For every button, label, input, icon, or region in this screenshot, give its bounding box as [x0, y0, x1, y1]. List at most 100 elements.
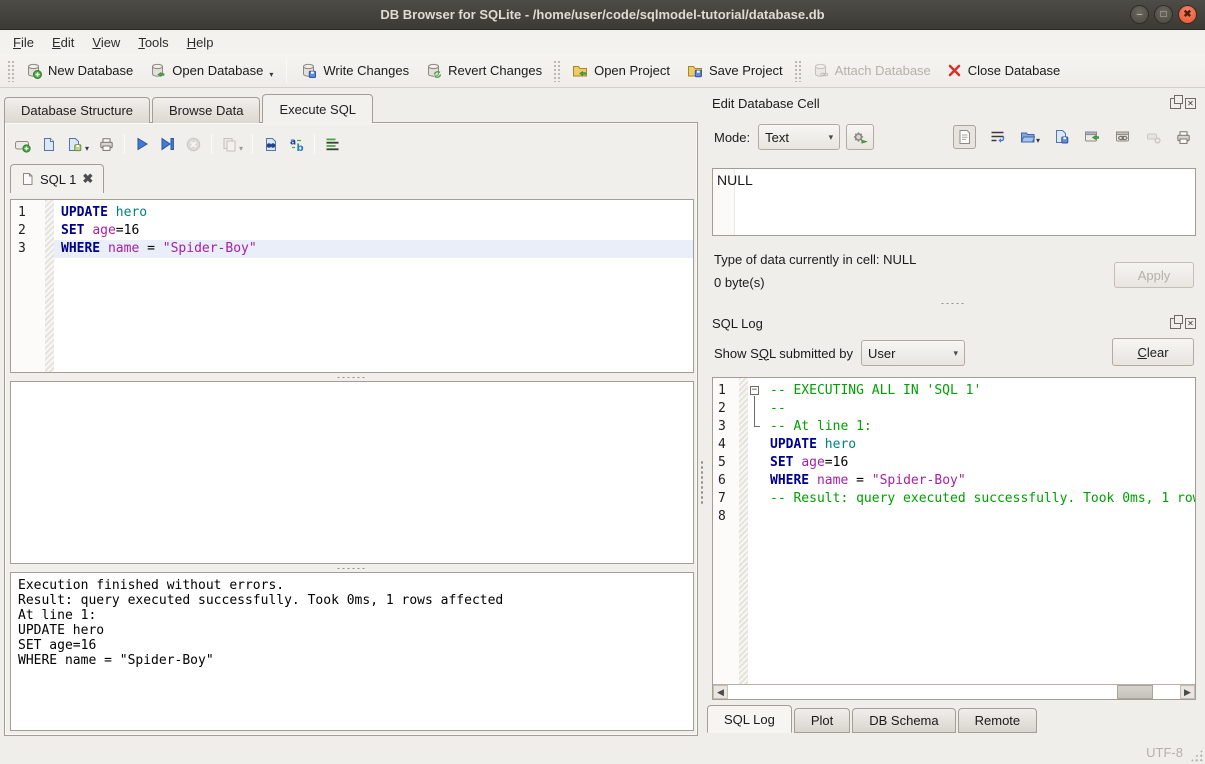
tab-database-structure[interactable]: Database Structure	[4, 97, 150, 123]
copy-results-button: ▾	[221, 136, 243, 153]
write-changes-button[interactable]: Write Changes	[292, 58, 417, 83]
tab-plot[interactable]: Plot	[794, 708, 850, 733]
clear-log-button[interactable]: Clear	[1112, 338, 1194, 366]
text-mode-button[interactable]	[953, 125, 976, 149]
execution-message-pane[interactable]: Execution finished without errors. Resul…	[10, 572, 694, 731]
menu-file[interactable]: File	[4, 33, 43, 52]
maximize-button[interactable]: □	[1154, 5, 1173, 24]
format-sql-button[interactable]	[324, 136, 340, 152]
execute-line-button[interactable]	[159, 136, 176, 152]
set-as-link-button[interactable]	[1114, 129, 1132, 145]
new-database-button[interactable]: New Database	[17, 58, 141, 83]
print-cell-button[interactable]	[1175, 129, 1192, 146]
editor-line: SET age=16	[54, 222, 693, 240]
scroll-right-arrow[interactable]: ▶	[1180, 685, 1195, 699]
word-wrap-icon	[989, 129, 1006, 145]
open-in-external-app-button[interactable]	[1083, 129, 1101, 145]
mode-select[interactable]: Text ▾	[758, 124, 840, 150]
save-project-button[interactable]: Save Project	[678, 58, 791, 83]
toolbar-drag-handle[interactable]	[7, 60, 14, 82]
window-export-icon	[1083, 129, 1101, 145]
editor-text-area[interactable]: UPDATE hero SET age=16 WHERE name = "Spi…	[54, 200, 693, 372]
gear-arrow-icon	[851, 129, 869, 146]
open-project-button[interactable]: Open Project	[563, 58, 678, 83]
edit-cell-mode-row: Mode: Text ▾ ▾	[714, 122, 1194, 152]
cell-value: NULL	[717, 172, 753, 188]
resize-grip[interactable]	[1190, 749, 1203, 762]
fold-collapse-icon[interactable]: −	[750, 386, 759, 395]
log-gutter-hatch	[739, 378, 748, 684]
edit-cell-dock-header: Edit Database Cell ✕	[712, 94, 1196, 112]
minimize-icon: –	[1137, 9, 1143, 20]
editor-results-splitter[interactable]	[5, 373, 697, 381]
close-tab-icon[interactable]: ✖	[82, 171, 93, 187]
dock-splitter[interactable]	[706, 298, 1200, 308]
close-icon: ✖	[1183, 9, 1191, 20]
dock-close-icon[interactable]: ✕	[1185, 318, 1196, 329]
dock-float-icon[interactable]	[1170, 318, 1181, 329]
minimize-button[interactable]: –	[1130, 5, 1149, 24]
open-folder-icon	[1019, 129, 1036, 145]
new-sql-tab-button[interactable]	[13, 136, 31, 153]
title-bar[interactable]: DB Browser for SQLite - /home/user/code/…	[0, 0, 1205, 30]
tab-browse-data[interactable]: Browse Data	[152, 97, 260, 123]
import-cell-data-button[interactable]: ▾	[1019, 129, 1040, 145]
tab-sql-log[interactable]: SQL Log	[707, 705, 792, 733]
save-dropdown-caret[interactable]: ▾	[85, 144, 89, 153]
find-button[interactable]	[262, 136, 279, 153]
replace-button[interactable]: ab	[288, 136, 305, 153]
scroll-left-arrow[interactable]: ◀	[713, 685, 728, 699]
menu-tools[interactable]: Tools	[129, 33, 177, 52]
scrollbar-track[interactable]	[728, 685, 1180, 699]
results-message-splitter[interactable]	[5, 564, 697, 572]
encoding-indicator[interactable]: UTF-8	[1146, 745, 1183, 760]
toolbar-drag-handle[interactable]	[794, 60, 801, 82]
execute-sql-panel: ▾ ▾ ab SQL 1 ✖ 1 2 3 UPDATE	[4, 122, 698, 736]
word-wrap-button[interactable]	[989, 129, 1006, 145]
chevron-down-icon: ▾	[829, 132, 834, 143]
close-button[interactable]: ✖	[1178, 5, 1197, 24]
tab-execute-sql[interactable]: Execute SQL	[262, 94, 373, 123]
log-horizontal-scrollbar[interactable]: ◀ ▶	[713, 684, 1195, 699]
tab-db-schema[interactable]: DB Schema	[852, 708, 955, 733]
scrollbar-thumb[interactable]	[1117, 685, 1153, 699]
scroll-left-icon: ◀	[717, 687, 724, 698]
close-database-button[interactable]: Close Database	[939, 59, 1069, 82]
copy-icon	[221, 136, 239, 153]
log-line: WHERE name = "Spider-Boy"	[763, 472, 1195, 490]
sql-editor[interactable]: 1 2 3 UPDATE hero SET age=16 WHERE name …	[10, 199, 694, 373]
main-vertical-splitter[interactable]	[700, 460, 704, 506]
sql-file-tab[interactable]: SQL 1 ✖	[10, 164, 104, 193]
sql-log-view[interactable]: 1 2 3 4 5 6 7 8 − -- EXECUTING A	[712, 377, 1196, 700]
menu-help[interactable]: Help	[178, 33, 223, 52]
results-grid[interactable]	[10, 381, 694, 564]
log-line	[763, 508, 1195, 526]
print-sql-button[interactable]	[98, 136, 115, 153]
open-sql-file-button[interactable]	[40, 136, 57, 153]
save-as-icon	[1053, 129, 1070, 145]
execution-message-text: Execution finished without errors. Resul…	[18, 578, 686, 668]
editor-gutter-hatch	[45, 200, 54, 372]
log-line: -- Result: query executed successfully. …	[763, 490, 1195, 508]
menu-view[interactable]: View	[83, 33, 129, 52]
log-line: -- At line 1:	[763, 418, 1195, 436]
execute-all-button[interactable]	[134, 136, 150, 152]
cell-editor[interactable]: NULL	[712, 168, 1196, 236]
save-sql-file-button[interactable]: ▾	[66, 136, 89, 153]
export-cell-data-button[interactable]	[1053, 129, 1070, 145]
revert-changes-button[interactable]: Revert Changes	[417, 58, 550, 83]
submitter-select[interactable]: User ▾	[861, 340, 965, 366]
svg-text:a: a	[290, 137, 296, 147]
toolbar-drag-handle[interactable]	[553, 60, 560, 82]
menu-edit[interactable]: Edit	[43, 33, 83, 52]
dock-float-icon[interactable]	[1170, 98, 1181, 109]
dock-close-icon[interactable]: ✕	[1185, 98, 1196, 109]
tab-remote[interactable]: Remote	[958, 708, 1038, 733]
import-dropdown-caret[interactable]: ▾	[1036, 136, 1040, 145]
auto-apply-settings-button[interactable]	[846, 124, 874, 150]
sql-log-dock-header: SQL Log ✕	[712, 314, 1196, 332]
open-database-dropdown-caret[interactable]: ▾	[269, 70, 273, 79]
close-database-x-icon	[947, 63, 962, 78]
project-save-icon	[686, 62, 703, 79]
open-database-button[interactable]: Open Database ▾	[141, 58, 281, 83]
